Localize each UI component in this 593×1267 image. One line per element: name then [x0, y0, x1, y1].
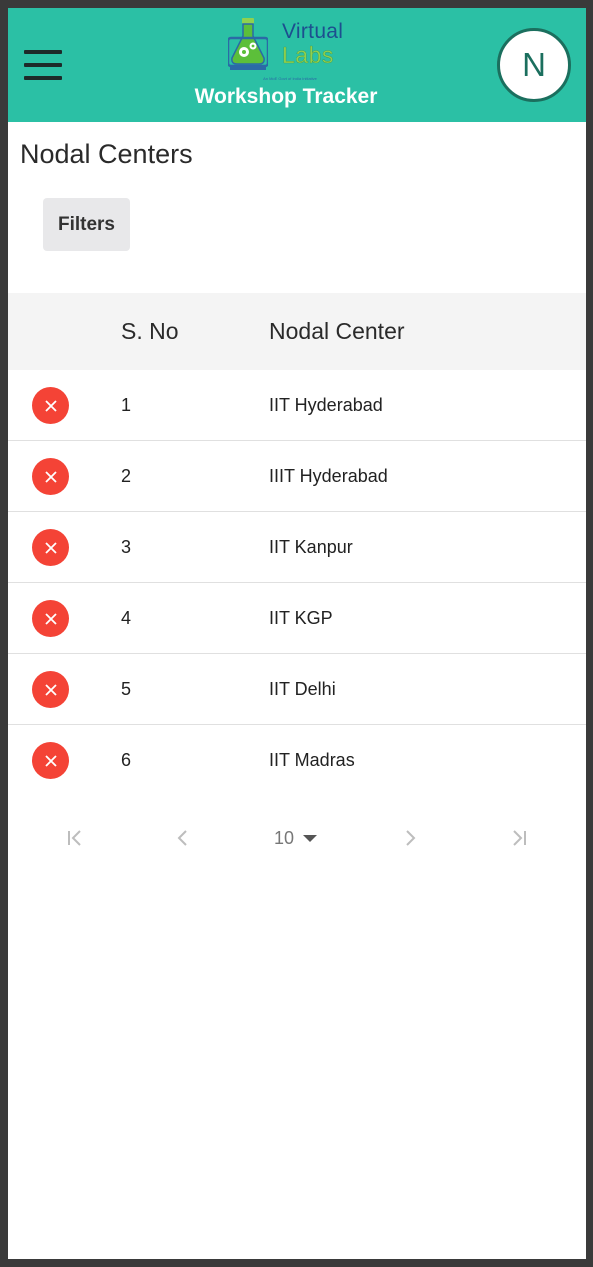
table-row: 3 IIT Kanpur [8, 512, 586, 583]
prev-page-icon[interactable] [170, 823, 196, 853]
page-title: Nodal Centers [20, 139, 193, 169]
cell-nodal-center: IIT Delhi [269, 679, 336, 699]
pagination: 10 [8, 823, 586, 853]
cell-sno: 6 [121, 750, 132, 770]
cell-sno: 4 [121, 608, 132, 628]
user-avatar[interactable]: N [497, 28, 571, 102]
cell-nodal-center: IIT Madras [269, 750, 355, 770]
table-row: 6 IIT Madras [8, 725, 586, 796]
table-header: S. No Nodal Center [8, 293, 586, 370]
table-row: 4 IIT KGP [8, 583, 586, 654]
page-size-select[interactable]: 10 [274, 823, 318, 853]
table-row: 2 IIIT Hyderabad [8, 441, 586, 512]
delete-icon[interactable] [32, 742, 69, 779]
table-body: 1 IIT Hyderabad 2 IIIT Hyderabad 3 IIT Kanpur… [8, 370, 586, 796]
app-header: Virtual Labs An MoE Govt of India Initia… [8, 8, 586, 122]
nodal-centers-table: S. No Nodal Center 1 IIT Hyderabad 2 IIIT H… [8, 293, 586, 796]
logo-text-virtual: Virtual [282, 20, 344, 43]
delete-icon[interactable] [32, 387, 69, 424]
next-page-icon[interactable] [397, 823, 423, 853]
delete-icon[interactable] [32, 458, 69, 495]
cell-sno: 1 [121, 395, 132, 415]
table-row: 5 IIT Delhi [8, 654, 586, 725]
hamburger-menu-icon[interactable] [24, 50, 62, 80]
cell-nodal-center: IIIT Hyderabad [269, 466, 388, 486]
delete-icon[interactable] [32, 671, 69, 708]
cell-sno: 3 [121, 537, 132, 557]
first-page-icon[interactable] [61, 823, 89, 853]
last-page-icon[interactable] [505, 823, 533, 853]
table-row: 1 IIT Hyderabad [8, 370, 586, 441]
cell-sno: 5 [121, 679, 132, 699]
cell-nodal-center: IIT Hyderabad [269, 395, 383, 415]
page-size-value: 10 [274, 827, 295, 848]
filters-button[interactable]: Filters [43, 198, 130, 251]
logo-text-labs: Labs [282, 42, 334, 68]
flask-icon [228, 18, 268, 70]
cell-nodal-center: IIT KGP [269, 608, 333, 628]
cell-nodal-center: IIT Kanpur [269, 537, 353, 557]
cell-sno: 2 [121, 466, 132, 486]
delete-icon[interactable] [32, 600, 69, 637]
column-header-nodal-center[interactable]: Nodal Center [269, 293, 405, 370]
logo-tagline: An MoE Govt of India Initiative [263, 76, 317, 81]
app-frame: Virtual Labs An MoE Govt of India Initia… [8, 8, 586, 1259]
column-header-sno[interactable]: S. No [121, 293, 179, 370]
virtual-labs-logo: Virtual Labs An MoE Govt of India Initia… [226, 16, 348, 82]
app-title: Workshop Tracker [194, 85, 378, 108]
delete-icon[interactable] [32, 529, 69, 566]
chevron-down-icon [303, 834, 318, 842]
